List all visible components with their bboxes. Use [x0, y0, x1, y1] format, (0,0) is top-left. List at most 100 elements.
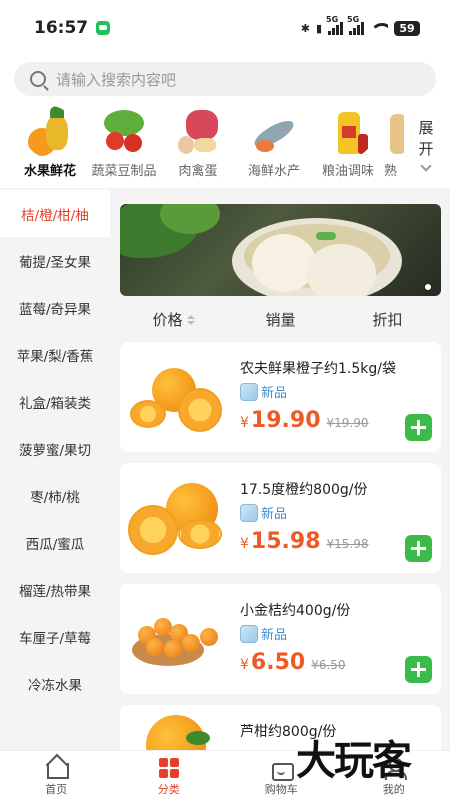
promo-banner[interactable] — [120, 204, 441, 296]
subcategory-sidebar: 桔/橙/柑/柚 葡提/圣女果 蓝莓/奇异果 苹果/梨/香蕉 礼盒/箱装类 菠萝蜜… — [0, 190, 110, 750]
banner-garnish — [316, 232, 336, 240]
product-price: ¥6.50 ¥6.50 — [240, 650, 346, 675]
price-value: 15.98 — [250, 529, 321, 554]
badge-label: 新品 — [261, 628, 288, 643]
sidebar-item-durian[interactable]: 榴莲/热带果 — [0, 566, 110, 613]
battery-icon: 59 — [394, 20, 420, 36]
badge-label: 新品 — [261, 507, 288, 522]
wifi-icon — [370, 21, 388, 35]
product-name: 小金桔约400g/份 — [240, 603, 351, 619]
currency-symbol: ¥ — [240, 415, 249, 431]
product-panel: 价格 销量 折扣 农夫鲜果橙子约1.5kg/袋 新品 ¥19.90 ¥19.90 — [110, 190, 450, 750]
banner-indicator — [425, 284, 431, 290]
orange-slice — [128, 505, 178, 555]
category-oil[interactable]: 粮油调味 — [310, 104, 386, 179]
sidebar-item-jackfruit[interactable]: 菠萝蜜/果切 — [0, 425, 110, 472]
add-to-cart-button[interactable] — [405, 414, 432, 441]
cart-icon — [270, 757, 295, 781]
tab-label: 首页 — [45, 783, 68, 796]
expand-label: 展开 — [418, 119, 434, 158]
tab-category[interactable]: 分类 — [113, 751, 226, 800]
badge-icon — [240, 382, 258, 401]
fruit-icon — [24, 106, 76, 158]
sort-price-label: 价格 — [152, 310, 183, 329]
message-icon — [96, 21, 111, 35]
watermark-logo: 大玩客 — [296, 737, 412, 784]
category-cooked[interactable]: 熟 — [384, 104, 404, 179]
category-label: 粮油调味 — [321, 164, 374, 179]
oil-icon — [322, 106, 374, 158]
expand-button[interactable]: 展开 — [416, 118, 436, 172]
sort-bar: 价格 销量 折扣 — [120, 300, 441, 338]
product-price: ¥15.98 ¥15.98 — [240, 529, 369, 554]
kumquat-shape — [200, 628, 218, 646]
status-right: ✱ ▮ 5G 5G 59 — [300, 15, 420, 36]
add-to-cart-button[interactable] — [405, 535, 432, 562]
category-label: 肉禽蛋 — [178, 164, 218, 179]
seafood-icon — [248, 106, 300, 158]
product-price: ¥19.90 ¥19.90 — [240, 408, 369, 433]
currency-symbol: ¥ — [240, 536, 249, 552]
category-icon — [158, 757, 180, 779]
signal-label-2: 5G — [347, 15, 360, 24]
sidebar-item-giftbox[interactable]: 礼盒/箱装类 — [0, 378, 110, 425]
sidebar-item-frozen[interactable]: 冷冻水果 — [0, 660, 110, 707]
tab-home[interactable]: 首页 — [0, 751, 113, 800]
search-input[interactable]: 请输入搜索内容吧 — [14, 62, 436, 96]
app-screen: 16:57 ✱ ▮ 5G 5G 59 请输入搜索内容吧 水果鲜花 蔬菜豆制品 肉… — [0, 0, 450, 800]
sidebar-item-jujube[interactable]: 枣/柿/桃 — [0, 472, 110, 519]
price-value: 6.50 — [250, 650, 306, 675]
category-label: 水果鲜花 — [23, 164, 76, 179]
product-card[interactable]: 农夫鲜果橙子约1.5kg/袋 新品 ¥19.90 ¥19.90 — [120, 342, 441, 452]
sidebar-item-apple[interactable]: 苹果/梨/香蕉 — [0, 331, 110, 378]
category-meat[interactable]: 肉禽蛋 — [160, 104, 236, 179]
sidebar-item-melon[interactable]: 西瓜/蜜瓜 — [0, 519, 110, 566]
badge-label: 新品 — [261, 386, 288, 401]
product-name: 农夫鲜果橙子约1.5kg/袋 — [240, 361, 396, 377]
currency-symbol: ¥ — [240, 657, 249, 673]
original-price: ¥6.50 — [311, 658, 346, 672]
category-fruit[interactable]: 水果鲜花 — [12, 104, 88, 179]
product-image — [126, 348, 226, 446]
vibrate-icon: ▮ — [315, 21, 322, 35]
category-label: 熟 — [384, 164, 398, 179]
product-card[interactable]: 小金桔约400g/份 新品 ¥6.50 ¥6.50 — [120, 584, 441, 694]
home-icon — [45, 757, 70, 779]
sort-arrows-icon — [186, 315, 195, 325]
category-vegetable[interactable]: 蔬菜豆制品 — [86, 104, 162, 179]
category-label: 海鲜水产 — [247, 164, 300, 179]
original-price: ¥19.90 — [326, 416, 369, 430]
sidebar-item-blueberry[interactable]: 蓝莓/奇异果 — [0, 284, 110, 331]
banner-fishball — [306, 244, 376, 296]
orange-slice — [178, 519, 222, 549]
vegetable-icon — [98, 106, 150, 158]
tab-label: 分类 — [157, 783, 180, 796]
product-image — [126, 711, 226, 750]
kumquat-shape — [164, 640, 182, 658]
product-name: 17.5度橙约800g/份 — [240, 482, 368, 498]
badge-icon — [240, 624, 258, 643]
product-image — [126, 469, 226, 567]
bluetooth-icon: ✱ — [300, 21, 310, 35]
price-value: 19.90 — [250, 408, 321, 433]
leaf-shape — [186, 731, 210, 745]
search-placeholder: 请输入搜索内容吧 — [56, 70, 177, 89]
new-badge: 新品 — [240, 503, 287, 522]
status-bar: 16:57 ✱ ▮ 5G 5G 59 — [0, 0, 450, 56]
sidebar-item-grape[interactable]: 葡提/圣女果 — [0, 237, 110, 284]
badge-icon — [240, 503, 258, 522]
meat-icon — [172, 106, 224, 158]
add-to-cart-button[interactable] — [405, 656, 432, 683]
new-badge: 新品 — [240, 624, 287, 643]
sort-price[interactable]: 价格 — [120, 309, 227, 330]
sidebar-item-citrus[interactable]: 桔/橙/柑/柚 — [0, 190, 110, 237]
orange-slice — [130, 400, 166, 428]
sort-discount[interactable]: 折扣 — [334, 309, 441, 330]
sort-sales[interactable]: 销量 — [227, 309, 334, 330]
category-seafood[interactable]: 海鲜水产 — [236, 104, 312, 179]
search-bar-wrap: 请输入搜索内容吧 — [0, 56, 450, 104]
product-card[interactable]: 17.5度橙约800g/份 新品 ¥15.98 ¥15.98 — [120, 463, 441, 573]
orange-slice — [178, 388, 222, 432]
sidebar-item-cherry[interactable]: 车厘子/草莓 — [0, 613, 110, 660]
kumquat-shape — [182, 634, 200, 652]
